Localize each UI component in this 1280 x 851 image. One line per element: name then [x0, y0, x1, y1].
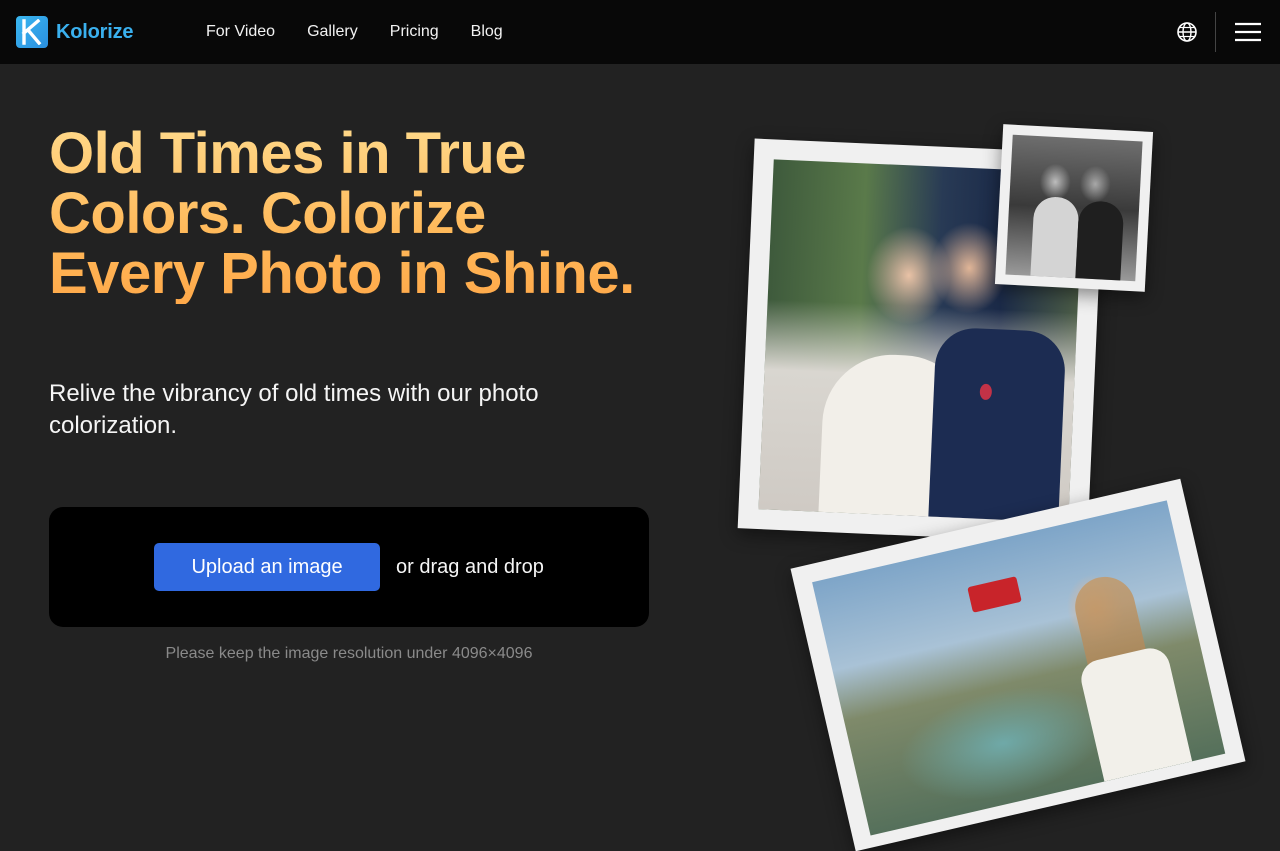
upload-image-button[interactable]: Upload an image [154, 543, 381, 591]
red-cooler [967, 576, 1022, 613]
car-photo-image [812, 500, 1226, 836]
nav-gallery[interactable]: Gallery [291, 15, 374, 49]
bw-groom-figure [1075, 200, 1125, 282]
colorized-car-photo [790, 478, 1246, 851]
woman-shirt [1077, 644, 1193, 782]
upload-dropzone[interactable]: Upload an image or drag and drop [49, 507, 649, 627]
drag-drop-text: or drag and drop [396, 555, 544, 578]
hero-subtitle: Relive the vibrancy of old times with ou… [49, 380, 539, 439]
nav-pricing[interactable]: Pricing [374, 15, 455, 49]
nav-for-video[interactable]: For Video [190, 15, 291, 49]
resolution-note: Please keep the image resolution under 4… [165, 645, 533, 662]
top-nav-bar: Kolorize For Video Gallery Pricing Blog [0, 0, 1280, 64]
header-divider [1215, 12, 1216, 52]
k-letter-icon [21, 19, 42, 45]
hamburger-menu-icon[interactable] [1234, 20, 1262, 44]
globe-icon[interactable] [1175, 20, 1199, 44]
kolorize-logo-link[interactable]: Kolorize [16, 16, 133, 48]
nav-blog[interactable]: Blog [455, 15, 519, 49]
hero-title: Old Times in True Colors. Colorize Every… [49, 124, 649, 304]
groom-figure [928, 326, 1067, 523]
black-white-wedding-photo [994, 124, 1154, 292]
bw-photo-image [1005, 134, 1143, 282]
kolorize-logo-icon [16, 16, 48, 48]
bw-bride-figure [1030, 195, 1080, 279]
brand-name: Kolorize [56, 20, 134, 43]
main-nav: For Video Gallery Pricing Blog [190, 0, 519, 64]
